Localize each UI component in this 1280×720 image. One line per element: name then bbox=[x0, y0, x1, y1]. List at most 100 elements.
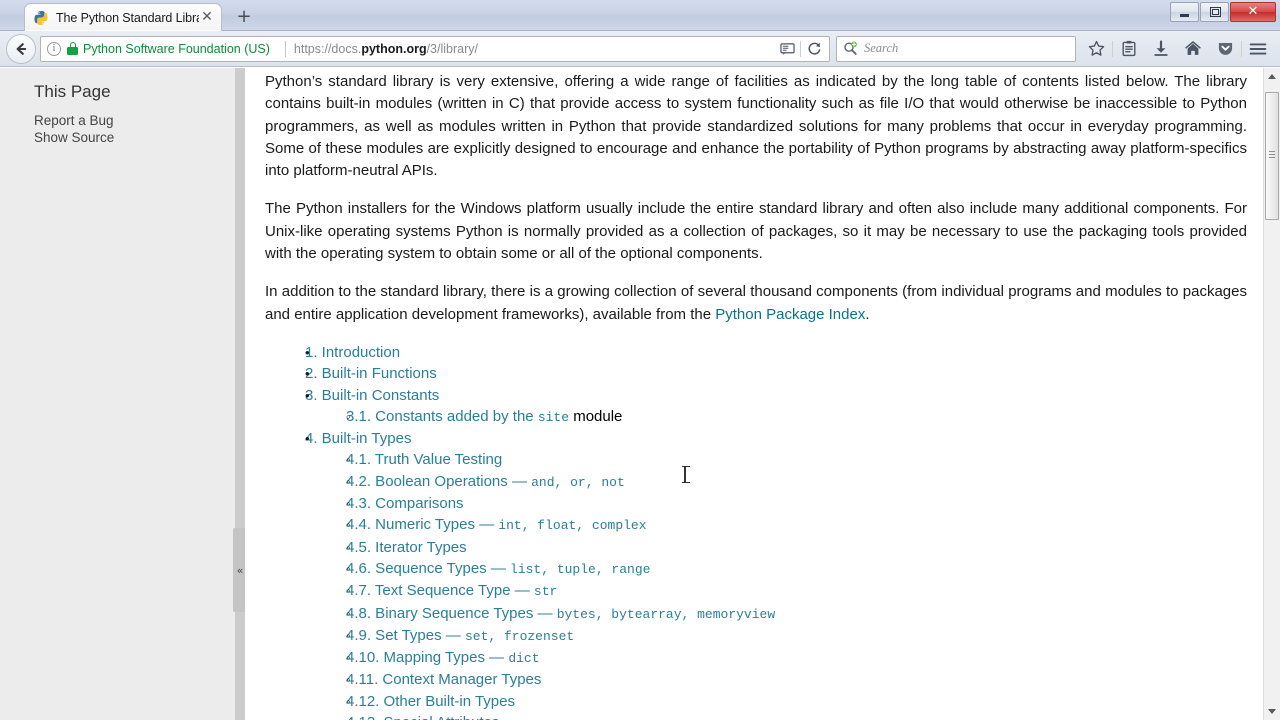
scroll-down-arrow-icon[interactable] bbox=[1264, 703, 1280, 720]
toc-link-4-3-comparisons[interactable]: 4.3. Comparisons bbox=[346, 495, 464, 512]
search-bar[interactable]: Search bbox=[836, 35, 1076, 62]
toc-code[interactable]: set, frozenset bbox=[465, 629, 574, 644]
sidebar-link-show-source[interactable]: Show Source bbox=[34, 129, 235, 146]
window-controls: ✕ bbox=[1169, 2, 1276, 22]
toc-subitem: 4.3. Comparisons bbox=[331, 493, 1247, 514]
toc-subitem: 4.9. Set Types — set, frozenset bbox=[331, 625, 1247, 647]
toc-link-4-2-boolean-operations[interactable]: 4.2. Boolean Operations bbox=[346, 473, 508, 490]
toc-dash: — bbox=[484, 649, 509, 667]
toc-code[interactable]: int, float, complex bbox=[498, 518, 646, 533]
close-tab-icon[interactable]: ✕ bbox=[199, 9, 215, 26]
toc-subitem: 4.4. Numeric Types — int, float, complex bbox=[331, 514, 1247, 536]
toc-code[interactable]: str bbox=[534, 584, 557, 599]
toc-link-4-12-other-built-in-types[interactable]: 4.12. Other Built-in Types bbox=[346, 693, 515, 710]
toc-link-4-built-in-types[interactable]: 4. Built-in Types bbox=[305, 430, 411, 447]
toc-row: 4. Built-in Types bbox=[305, 428, 1247, 449]
toc-row: 4.5. Iterator Types bbox=[346, 537, 1247, 558]
toc-link-3-built-in-constants[interactable]: 3. Built-in Constants bbox=[305, 387, 439, 404]
python-package-index-link[interactable]: Python Package Index bbox=[715, 306, 865, 323]
url-bar[interactable]: i Python Software Foundation (US) https:… bbox=[40, 35, 830, 62]
toc-subitem: 4.2. Boolean Operations — and, or, not bbox=[331, 471, 1247, 493]
toc-dash: — bbox=[486, 559, 511, 577]
bookmark-star-icon[interactable] bbox=[1080, 34, 1112, 64]
toc-subitem: 4.8. Binary Sequence Types — bytes, byte… bbox=[331, 603, 1247, 625]
back-arrow-icon bbox=[16, 42, 27, 55]
toc-row: 4.11. Context Manager Types bbox=[346, 669, 1247, 690]
scrollbar-grip-icon bbox=[1269, 151, 1275, 160]
url-path: /3/library/ bbox=[426, 41, 478, 56]
toc-code[interactable]: dict bbox=[508, 651, 539, 666]
toc-row: 4.7. Text Sequence Type — str bbox=[346, 580, 1247, 602]
toc-row: 4.12. Other Built-in Types bbox=[346, 691, 1247, 712]
back-button[interactable] bbox=[6, 33, 36, 64]
scroll-up-arrow-icon[interactable] bbox=[1264, 68, 1280, 85]
home-icon[interactable] bbox=[1177, 34, 1209, 64]
toc-link-3-1-constants-added-by-the[interactable]: 3.1. Constants added by the bbox=[346, 408, 538, 425]
toc-subitem: 4.5. Iterator Types bbox=[331, 537, 1247, 558]
intro-paragraph-1: Python’s standard library is very extens… bbox=[265, 73, 1247, 180]
close-window-button[interactable]: ✕ bbox=[1230, 2, 1276, 22]
toc-link-4-7-text-sequence-type[interactable]: 4.7. Text Sequence Type bbox=[346, 582, 511, 599]
page-content: Python’s standard library is very extens… bbox=[245, 68, 1263, 720]
browser-window: The Python Standard Libra... ✕ + ✕ i Pyt… bbox=[0, 0, 1280, 720]
search-input[interactable]: Search bbox=[864, 41, 898, 56]
toc-row: 2. Built-in Functions bbox=[305, 363, 1247, 384]
url-scheme: https://docs. bbox=[293, 41, 362, 56]
toc-row: 3.1. Constants added by the site module bbox=[346, 406, 1247, 428]
browser-tab[interactable]: The Python Standard Libra... ✕ bbox=[24, 3, 222, 31]
reload-icon[interactable] bbox=[801, 37, 827, 61]
minimize-button[interactable] bbox=[1170, 2, 1199, 22]
toc-row: 4.4. Numeric Types — int, float, complex bbox=[346, 514, 1247, 536]
toc-link-4-5-iterator-types[interactable]: 4.5. Iterator Types bbox=[346, 539, 467, 556]
pocket-icon[interactable] bbox=[1209, 34, 1241, 64]
toc-subitem: 4.13. Special Attributes bbox=[331, 712, 1247, 720]
toc-link-4-9-set-types[interactable]: 4.9. Set Types bbox=[346, 627, 442, 644]
toc-link-4-8-binary-sequence-types[interactable]: 4.8. Binary Sequence Types bbox=[346, 605, 533, 622]
new-tab-button[interactable]: + bbox=[232, 6, 256, 28]
toc-dash: — bbox=[441, 626, 465, 644]
toc-subitem: 4.11. Context Manager Types bbox=[331, 669, 1247, 690]
downloads-icon[interactable] bbox=[1145, 34, 1177, 64]
sidebar-link-report-a-bug[interactable]: Report a Bug bbox=[34, 112, 235, 129]
vertical-scrollbar[interactable] bbox=[1263, 68, 1280, 720]
toc-item: 4. Built-in Types 4.1. Truth Value Testin… bbox=[291, 428, 1247, 720]
toc-row: 1. Introduction bbox=[305, 342, 1247, 363]
toc-tail: module bbox=[569, 407, 623, 425]
toc-link-4-13-special-attributes[interactable]: 4.13. Special Attributes bbox=[346, 714, 499, 720]
toc-row: 4.13. Special Attributes bbox=[346, 712, 1247, 720]
padlock-icon bbox=[67, 42, 78, 55]
toc-link-2-built-in-functions[interactable]: 2. Built-in Functions bbox=[305, 365, 437, 382]
python-logo-icon bbox=[33, 10, 49, 26]
reader-mode-icon[interactable] bbox=[774, 37, 800, 61]
toc-code[interactable]: site bbox=[538, 410, 569, 425]
page-sidebar: This Page Report a Bug Show Source bbox=[0, 68, 235, 720]
toc-item: 3. Built-in Constants 3.1. Constants adde… bbox=[291, 385, 1247, 429]
toc-subitem: 4.10. Mapping Types — dict bbox=[331, 647, 1247, 669]
toc-code[interactable]: bytes, bytearray, memoryview bbox=[557, 607, 775, 622]
page-info-icon[interactable]: i bbox=[47, 41, 61, 56]
toc-item: 1. Introduction bbox=[291, 342, 1247, 363]
toc-code[interactable]: and, or, not bbox=[531, 475, 625, 490]
menu-hamburger-icon[interactable] bbox=[1242, 34, 1274, 64]
toc-link-4-1-truth-value-testing[interactable]: 4.1. Truth Value Testing bbox=[346, 451, 502, 468]
title-bar: The Python Standard Libra... ✕ + ✕ bbox=[0, 0, 1280, 31]
identity-box[interactable]: i Python Software Foundation (US) bbox=[47, 41, 277, 56]
toc-link-4-4-numeric-types[interactable]: 4.4. Numeric Types bbox=[346, 516, 475, 533]
toc-row: 4.6. Sequence Types — list, tuple, range bbox=[346, 558, 1247, 580]
search-plus-icon bbox=[843, 41, 858, 56]
toc-link-1-introduction[interactable]: 1. Introduction bbox=[305, 344, 400, 361]
text-cursor bbox=[682, 466, 690, 483]
toc-link-4-11-context-manager-types[interactable]: 4.11. Context Manager Types bbox=[346, 671, 541, 688]
scrollbar-thumb[interactable] bbox=[1265, 92, 1279, 220]
toc-sublist: 3.1. Constants added by the site module bbox=[305, 406, 1247, 428]
toc-code[interactable]: list, tuple, range bbox=[510, 562, 650, 577]
library-icon[interactable] bbox=[1113, 34, 1145, 64]
tab-title: The Python Standard Libra... bbox=[56, 10, 199, 25]
url-text[interactable]: https://docs.python.org/3/library/ bbox=[294, 42, 774, 56]
toc-row: 4.1. Truth Value Testing bbox=[346, 449, 1247, 470]
toc-dash: — bbox=[533, 604, 557, 622]
toc-link-4-6-sequence-types[interactable]: 4.6. Sequence Types bbox=[346, 560, 487, 577]
toc-dash: — bbox=[510, 582, 534, 600]
toc-link-4-10-mapping-types[interactable]: 4.10. Mapping Types bbox=[346, 649, 485, 666]
restore-button[interactable] bbox=[1200, 2, 1229, 22]
